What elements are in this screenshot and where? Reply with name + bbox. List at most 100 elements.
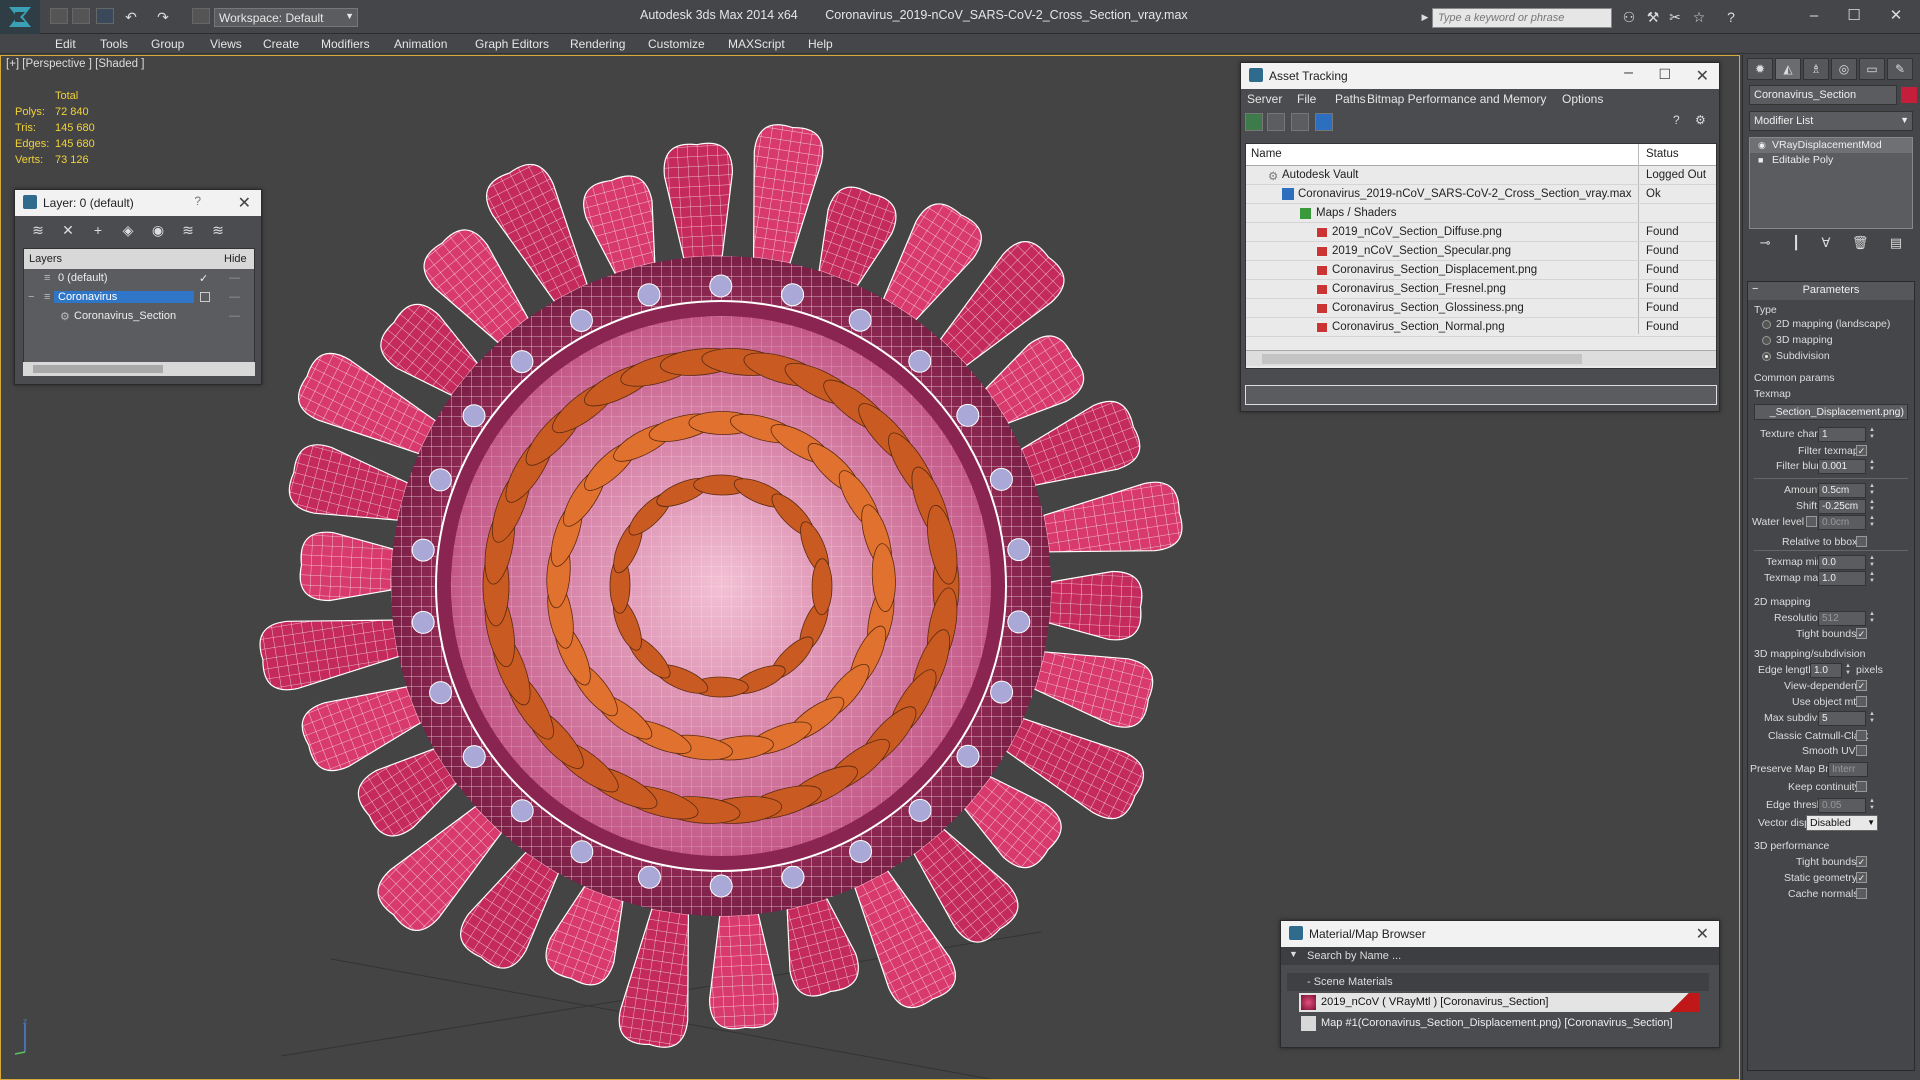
utilities-tab-icon[interactable]: ✎ <box>1887 58 1913 80</box>
asset-row[interactable]: Maps / Shaders <box>1246 204 1716 223</box>
layer-window[interactable]: Layer: 0 (default) ? ✕ ≋ ✕ + ◈ ◉ ≋ ≋ Lay… <box>14 189 262 385</box>
select-objects-icon[interactable]: ◈ <box>119 222 137 239</box>
parameters-header[interactable]: − Parameters <box>1748 282 1914 300</box>
layer-row[interactable]: − ≡ Coronavirus — <box>24 288 254 307</box>
classic-catmull-clark-checkbox[interactable] <box>1856 730 1867 741</box>
cache-normals-checkbox[interactable] <box>1856 888 1867 899</box>
menu-group[interactable]: Group <box>151 37 184 51</box>
active-layer-check[interactable]: ✓ <box>199 272 208 285</box>
layer-row[interactable]: ⚙ Coronavirus_Section — <box>24 307 254 326</box>
menu-modifiers[interactable]: Modifiers <box>321 37 370 51</box>
asset-row[interactable]: Coronavirus_Section_Displacement.png Fou… <box>1246 261 1716 280</box>
menu-file[interactable]: File <box>1297 92 1316 106</box>
filter-blur-field[interactable]: 0.001 <box>1818 459 1866 474</box>
menu-edit[interactable]: Edit <box>55 37 76 51</box>
save-icon[interactable] <box>96 8 114 24</box>
static-geometry-checkbox[interactable]: ✓ <box>1856 872 1867 883</box>
asset-row[interactable]: Coronavirus_Section_Fresnel.png Found <box>1246 280 1716 299</box>
new-file-icon[interactable] <box>50 8 68 24</box>
spinner-icon[interactable]: ▲ ▼ <box>1868 483 1876 498</box>
smooth-uvs-checkbox[interactable] <box>1856 745 1867 756</box>
menu-tools[interactable]: Tools <box>100 37 128 51</box>
layer-horizontal-scrollbar[interactable] <box>23 362 255 376</box>
refresh-icon[interactable] <box>1245 113 1263 131</box>
preserve-map-dropdown[interactable]: Interr <box>1828 762 1868 777</box>
texmap-button[interactable]: _Section_Displacement.png) <box>1754 404 1908 420</box>
scene-materials-group[interactable]: - Scene Materials <box>1287 973 1709 991</box>
create-tab-icon[interactable]: ✹ <box>1747 58 1773 80</box>
expand-icon[interactable]: − <box>28 291 34 303</box>
menu-server[interactable]: Server <box>1247 92 1282 106</box>
lightbulb-icon[interactable]: ◉ <box>1758 140 1766 151</box>
modify-tab-icon[interactable]: ◭ <box>1775 58 1801 80</box>
freeze-all-icon[interactable]: ≋ <box>209 222 227 239</box>
layer-window-titlebar[interactable]: Layer: 0 (default) ? ✕ <box>15 190 261 216</box>
col-status[interactable]: Status <box>1646 148 1679 160</box>
pin-stack-icon[interactable]: ⊸ <box>1760 235 1771 257</box>
tight-bounds-2d-checkbox[interactable]: ✓ <box>1856 628 1867 639</box>
communication-icon[interactable]: ✂ <box>1666 9 1684 26</box>
hide-toggle[interactable]: — <box>229 272 240 284</box>
remove-modifier-icon[interactable]: 🗑 <box>1852 235 1869 257</box>
max-subdivs-field[interactable]: 5 <box>1818 711 1866 726</box>
spinner-icon[interactable]: ▲ ▼ <box>1844 663 1852 678</box>
spinner-icon[interactable]: ▲ ▼ <box>1868 798 1876 813</box>
asset-row[interactable]: 2019_nCoV_Section_Diffuse.png Found <box>1246 223 1716 242</box>
spinner-icon[interactable]: ▲ ▼ <box>1868 611 1876 626</box>
water-level-field[interactable]: 0.0cm <box>1818 515 1866 530</box>
highlight-layer-icon[interactable]: ◉ <box>149 222 167 239</box>
minimize-icon[interactable]: – <box>1624 64 1633 82</box>
asset-tracking-titlebar[interactable]: Asset Tracking – ☐ ✕ <box>1241 63 1719 89</box>
help-button[interactable]: ? <box>194 194 201 208</box>
maximize-icon[interactable]: ☐ <box>1836 4 1872 28</box>
delete-layer-icon[interactable]: ✕ <box>59 222 77 239</box>
edge-thresh-field[interactable]: 0.05 <box>1818 798 1866 813</box>
minimize-icon[interactable]: – <box>1796 4 1832 28</box>
object-color-swatch[interactable] <box>1901 87 1917 103</box>
material-search-input[interactable]: ▼ Search by Name ... <box>1281 947 1719 965</box>
asset-row[interactable]: Coronavirus_Section_Glossiness.png Found <box>1246 299 1716 318</box>
close-icon[interactable]: ✕ <box>1878 4 1914 28</box>
scroll-thumb[interactable] <box>33 365 163 373</box>
menu-customize[interactable]: Customize <box>648 37 705 51</box>
menu-animation[interactable]: Animation <box>394 37 447 51</box>
asset-row[interactable]: 2019_nCoV_Section_Specular.png Found <box>1246 242 1716 261</box>
hold-icon[interactable] <box>192 8 210 24</box>
show-end-result-icon[interactable]: ┃ <box>1792 235 1800 257</box>
hide-all-icon[interactable]: ≋ <box>179 222 197 239</box>
hide-toggle[interactable]: — <box>229 310 240 322</box>
filter-texmap-checkbox[interactable]: ✓ <box>1856 445 1867 456</box>
vector-displ-dropdown[interactable]: Disabled ▼ <box>1806 815 1878 831</box>
layers-icon[interactable]: ≋ <box>29 222 47 239</box>
menu-maxscript[interactable]: MAXScript <box>728 37 785 51</box>
spinner-icon[interactable]: ▲ ▼ <box>1868 711 1876 726</box>
spinner-icon[interactable]: ▲ ▼ <box>1868 515 1876 530</box>
coronavirus-model[interactable] <box>241 86 1201 1080</box>
spinner-icon[interactable]: ▲ ▼ <box>1868 459 1876 474</box>
amount-field[interactable]: 0.5cm <box>1818 483 1866 498</box>
hierarchy-tab-icon[interactable]: ♗ <box>1803 58 1829 80</box>
hide-toggle[interactable]: — <box>229 291 240 303</box>
spinner-icon[interactable]: ▲ ▼ <box>1868 499 1876 514</box>
search-input[interactable]: Type a keyword or phrase <box>1432 8 1612 28</box>
asset-row[interactable]: Coronavirus_Section_Normal.png Found <box>1246 318 1716 337</box>
texture-chan-field[interactable]: 1 <box>1818 427 1866 442</box>
configure-sets-icon[interactable]: ▤ <box>1890 235 1902 257</box>
radio-2d-mapping[interactable] <box>1762 320 1771 329</box>
asset-tracking-window[interactable]: Asset Tracking – ☐ ✕ Server File Paths B… <box>1240 62 1720 412</box>
scroll-thumb[interactable] <box>1262 354 1582 364</box>
close-icon[interactable]: ✕ <box>1696 924 1709 944</box>
asset-status-field[interactable] <box>1245 385 1717 405</box>
material-map-browser[interactable]: Material/Map Browser ✕ ▼ Search by Name … <box>1280 920 1720 1048</box>
tight-bounds-checkbox[interactable]: ✓ <box>1856 856 1867 867</box>
spinner-icon[interactable]: ▲ ▼ <box>1868 427 1876 442</box>
app-logo-icon[interactable] <box>0 0 40 34</box>
material-browser-titlebar[interactable]: Material/Map Browser ✕ <box>1281 921 1719 947</box>
close-icon[interactable]: ✕ <box>1696 66 1709 86</box>
menu-views[interactable]: Views <box>210 37 242 51</box>
shift-field[interactable]: -0.25cm <box>1818 499 1866 514</box>
menu-paths[interactable]: Paths <box>1335 92 1366 106</box>
spinner-icon[interactable]: ▲ ▼ <box>1868 571 1876 586</box>
radio-subdivision[interactable] <box>1762 352 1771 361</box>
spinner-icon[interactable]: ▲ ▼ <box>1868 555 1876 570</box>
